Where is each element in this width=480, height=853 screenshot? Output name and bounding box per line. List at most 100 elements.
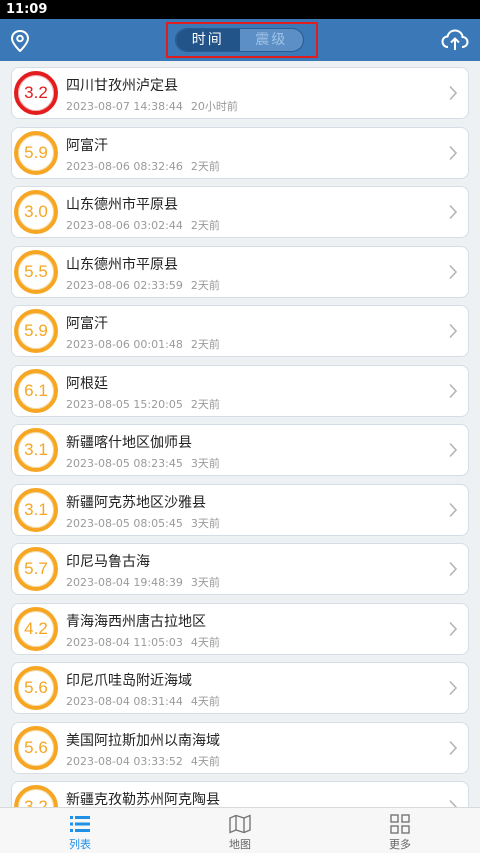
quake-time: 2023-08-04 03:33:52 bbox=[66, 754, 183, 768]
quake-time: 2023-08-06 02:33:59 bbox=[66, 278, 183, 292]
list-item[interactable]: 3.1 新疆阿克苏地区沙雅县 2023-08-05 08:05:45 3天前 bbox=[11, 483, 469, 536]
magnitude-badge: 5.7 bbox=[14, 547, 58, 591]
tab-map[interactable]: 地图 bbox=[160, 808, 320, 853]
tab-list-label: 列表 bbox=[69, 838, 91, 851]
chevron-right-icon bbox=[449, 85, 458, 101]
list-item[interactable]: 5.9 阿富汗 2023-08-06 08:32:46 2天前 bbox=[11, 126, 469, 179]
quake-relative-time: 3天前 bbox=[190, 576, 220, 589]
quake-relative-time: 4天前 bbox=[190, 695, 220, 708]
list-item[interactable]: 3.0 山东德州市平原县 2023-08-06 03:02:44 2天前 bbox=[11, 186, 469, 238]
list-item[interactable]: 5.7 印尼马鲁古海 2023-08-04 19:48:39 3天前 bbox=[11, 543, 469, 595]
quake-location: 青海海西州唐古拉地区 bbox=[66, 613, 206, 630]
quake-location: 阿富汗 bbox=[66, 137, 108, 154]
quake-time: 2023-08-04 11:05:03 bbox=[66, 635, 183, 649]
quake-relative-time: 20小时前 bbox=[190, 100, 238, 113]
chevron-right-icon bbox=[449, 561, 458, 577]
quake-meta: 2023-08-05 15:20:05 2天前 bbox=[66, 396, 220, 412]
quake-time: 2023-08-05 15:20:05 bbox=[66, 397, 183, 411]
chevron-right-icon bbox=[449, 680, 458, 696]
quake-relative-time: 2天前 bbox=[190, 219, 220, 232]
quake-meta: 2023-08-05 08:23:45 3天前 bbox=[66, 455, 220, 471]
sort-segmented-control: 时间 震级 bbox=[175, 28, 304, 52]
grid-more-icon bbox=[390, 814, 410, 834]
quake-location: 山东德州市平原县 bbox=[66, 197, 178, 213]
magnitude-badge: 6.1 bbox=[14, 368, 58, 413]
quake-relative-time: 3天前 bbox=[190, 457, 220, 470]
tab-more[interactable]: 更多 bbox=[320, 808, 480, 853]
map-icon bbox=[229, 814, 251, 834]
quake-location: 新疆阿克苏地区沙雅县 bbox=[66, 494, 206, 511]
list-item[interactable]: 3.1 新疆喀什地区伽师县 2023-08-05 08:23:45 3天前 bbox=[11, 424, 469, 476]
quake-location: 阿根廷 bbox=[66, 375, 108, 392]
location-pin-icon[interactable] bbox=[10, 30, 30, 52]
tab-more-label: 更多 bbox=[389, 838, 411, 851]
quake-location: 美国阿拉斯加州以南海域 bbox=[66, 732, 220, 749]
magnitude-badge: 3.0 bbox=[14, 190, 58, 234]
quake-time: 2023-08-05 08:23:45 bbox=[66, 457, 183, 470]
list-item[interactable]: 3.2 新疆克孜勒苏州阿克陶县 bbox=[11, 781, 469, 807]
quake-location: 阿富汗 bbox=[66, 316, 108, 332]
magnitude-badge: 3.1 bbox=[14, 428, 58, 472]
quake-time: 2023-08-07 14:38:44 bbox=[66, 100, 183, 113]
tab-list[interactable]: 列表 bbox=[0, 808, 160, 853]
quake-meta: 2023-08-04 19:48:39 3天前 bbox=[66, 574, 220, 590]
quake-time: 2023-08-06 03:02:44 bbox=[66, 219, 183, 232]
quake-relative-time: 4天前 bbox=[190, 635, 220, 649]
quake-time: 2023-08-06 00:01:48 bbox=[66, 338, 183, 351]
chevron-right-icon bbox=[449, 442, 458, 458]
quake-meta: 2023-08-04 11:05:03 4天前 bbox=[66, 634, 220, 650]
segment-magnitude[interactable]: 震级 bbox=[240, 29, 304, 51]
quake-time: 2023-08-04 08:31:44 bbox=[66, 695, 183, 708]
magnitude-badge: 5.9 bbox=[14, 130, 58, 175]
quake-location: 印尼爪哇岛附近海域 bbox=[66, 673, 192, 689]
status-time: 11:09 bbox=[6, 2, 48, 17]
status-bar: 11:09 bbox=[0, 0, 480, 19]
chevron-right-icon bbox=[449, 502, 458, 517]
magnitude-badge: 3.2 bbox=[14, 71, 58, 115]
magnitude-badge: 3.2 bbox=[14, 785, 58, 807]
earthquake-list[interactable]: 3.2 四川甘孜州泸定县 2023-08-07 14:38:44 20小时前 5.9 阿富… bbox=[0, 61, 480, 807]
chevron-right-icon bbox=[449, 740, 458, 755]
chevron-right-icon bbox=[449, 204, 458, 220]
list-item[interactable]: 3.2 四川甘孜州泸定县 2023-08-07 14:38:44 20小时前 bbox=[11, 67, 469, 119]
magnitude-badge: 5.6 bbox=[14, 666, 58, 710]
list-item[interactable]: 5.9 阿富汗 2023-08-06 00:01:48 2天前 bbox=[11, 305, 469, 357]
quake-meta: 2023-08-06 08:32:46 2天前 bbox=[66, 158, 220, 174]
chevron-right-icon bbox=[449, 383, 458, 398]
quake-relative-time: 3天前 bbox=[190, 516, 220, 530]
cloud-upload-icon[interactable] bbox=[441, 28, 469, 52]
list-item[interactable]: 5.6 印尼爪哇岛附近海域 2023-08-04 08:31:44 4天前 bbox=[11, 662, 469, 714]
list-item[interactable]: 6.1 阿根廷 2023-08-05 15:20:05 2天前 bbox=[11, 364, 469, 417]
quake-time: 2023-08-04 19:48:39 bbox=[66, 576, 183, 589]
list-item[interactable]: 4.2 青海海西州唐古拉地区 2023-08-04 11:05:03 4天前 bbox=[11, 602, 469, 655]
magnitude-badge: 5.6 bbox=[14, 725, 58, 770]
magnitude-badge: 5.9 bbox=[14, 309, 58, 353]
quake-time: 2023-08-06 08:32:46 bbox=[66, 159, 183, 173]
quake-meta: 2023-08-06 02:33:59 2天前 bbox=[66, 277, 220, 293]
quake-meta: 2023-08-04 08:31:44 4天前 bbox=[66, 693, 220, 709]
quake-location: 山东德州市平原县 bbox=[66, 256, 178, 273]
quake-meta: 2023-08-06 03:02:44 2天前 bbox=[66, 217, 220, 233]
magnitude-badge: 3.1 bbox=[14, 487, 58, 532]
chevron-right-icon bbox=[449, 799, 458, 807]
quake-time: 2023-08-05 08:05:45 bbox=[66, 516, 183, 530]
list-item[interactable]: 5.5 山东德州市平原县 2023-08-06 02:33:59 2天前 bbox=[11, 245, 469, 298]
quake-relative-time: 2天前 bbox=[190, 397, 220, 411]
segment-time[interactable]: 时间 bbox=[176, 29, 240, 51]
quake-relative-time: 2天前 bbox=[190, 278, 220, 292]
magnitude-badge: 4.2 bbox=[14, 606, 58, 651]
quake-relative-time: 2天前 bbox=[190, 159, 220, 173]
quake-location: 四川甘孜州泸定县 bbox=[66, 78, 178, 94]
quake-relative-time: 2天前 bbox=[190, 338, 220, 351]
list-item[interactable]: 5.6 美国阿拉斯加州以南海域 2023-08-04 03:33:52 4天前 bbox=[11, 721, 469, 774]
quake-meta: 2023-08-05 08:05:45 3天前 bbox=[66, 515, 220, 531]
quake-location: 印尼马鲁古海 bbox=[66, 554, 150, 570]
chevron-right-icon bbox=[449, 323, 458, 339]
chevron-right-icon bbox=[449, 621, 458, 636]
quake-location: 新疆喀什地区伽师县 bbox=[66, 435, 192, 451]
chevron-right-icon bbox=[449, 145, 458, 160]
chevron-right-icon bbox=[449, 264, 458, 279]
app-header: 时间 震级 bbox=[0, 19, 480, 61]
magnitude-badge: 5.5 bbox=[14, 249, 58, 294]
quake-meta: 2023-08-06 00:01:48 2天前 bbox=[66, 336, 220, 352]
